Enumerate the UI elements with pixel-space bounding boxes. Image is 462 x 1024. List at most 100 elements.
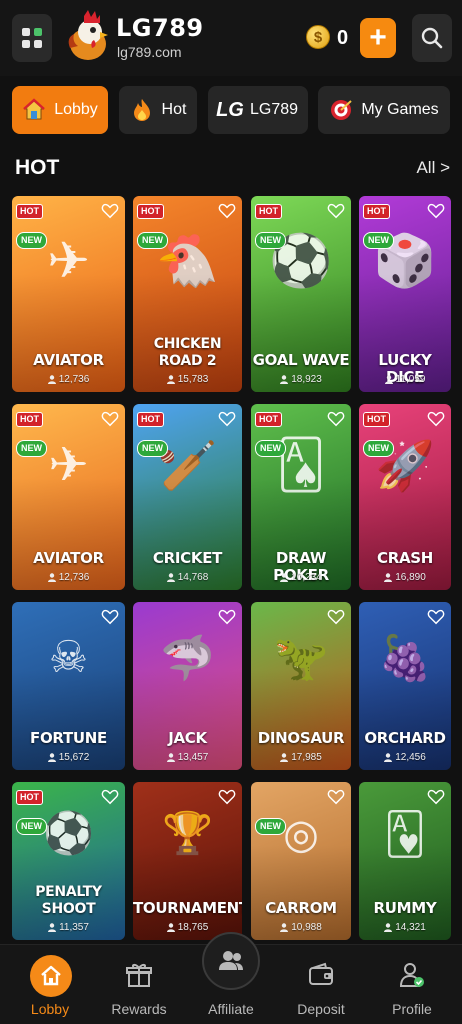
heart-icon[interactable] bbox=[218, 788, 236, 806]
player-count-value: 15,672 bbox=[58, 752, 90, 763]
user-icon bbox=[384, 375, 393, 384]
user-icon bbox=[384, 923, 393, 932]
user-icon bbox=[47, 573, 56, 582]
player-count: 12,736 bbox=[12, 572, 125, 583]
game-card[interactable]: ✈ HOT NEW AVIATOR 12,736 bbox=[12, 196, 125, 392]
top-header: LG789 lg789.com $ 0 + bbox=[0, 0, 462, 76]
heart-icon[interactable] bbox=[218, 410, 236, 428]
heart-icon[interactable] bbox=[101, 202, 119, 220]
nav-label: Profile bbox=[392, 1001, 432, 1017]
player-count: 17,985 bbox=[251, 752, 351, 763]
house-icon bbox=[22, 98, 46, 122]
search-button[interactable] bbox=[412, 14, 452, 62]
player-count-value: 12,736 bbox=[58, 572, 90, 583]
see-all-link[interactable]: All > bbox=[416, 158, 450, 178]
heart-icon[interactable] bbox=[101, 788, 119, 806]
user-icon bbox=[280, 923, 289, 932]
game-card[interactable]: ⚽ HOT NEW GOAL WAVE 18,923 bbox=[251, 196, 351, 392]
hot-badge: HOT bbox=[363, 412, 390, 427]
user-icon bbox=[280, 375, 289, 384]
game-card[interactable]: 🂡 HOT NEW DRAW POKER 10,234 bbox=[251, 404, 351, 590]
game-card[interactable]: 🍇 ORCHARD 12,456 bbox=[359, 602, 451, 770]
game-title: AVIATOR bbox=[33, 351, 104, 369]
hot-badge: HOT bbox=[137, 204, 164, 219]
game-card[interactable]: ☠ FORTUNE 15,672 bbox=[12, 602, 125, 770]
game-card[interactable]: 🦖 DINOSAUR 17,985 bbox=[251, 602, 351, 770]
game-card[interactable]: ◎ NEW CARROM 10,988 bbox=[251, 782, 351, 940]
menu-button[interactable] bbox=[12, 14, 52, 62]
new-badge: NEW bbox=[363, 232, 394, 249]
game-card[interactable]: 🦈 JACK 13,457 bbox=[133, 602, 242, 770]
hot-badge: HOT bbox=[16, 412, 43, 427]
new-badge: NEW bbox=[255, 232, 286, 249]
game-title: CHICKEN ROAD 2 bbox=[153, 336, 222, 369]
heart-icon[interactable] bbox=[327, 410, 345, 428]
users-icon[interactable] bbox=[202, 932, 260, 990]
game-title: FORTUNE bbox=[30, 729, 107, 747]
user-icon bbox=[166, 375, 175, 384]
player-count-value: 13,457 bbox=[177, 752, 209, 763]
user-icon bbox=[47, 375, 56, 384]
player-count-value: 10,988 bbox=[291, 922, 322, 933]
game-card[interactable]: ⚽ HOT NEW PENALTY SHOOT 11,357 bbox=[12, 782, 125, 940]
nav-profile[interactable]: Profile bbox=[366, 945, 458, 1024]
game-title: RUMMY bbox=[373, 899, 437, 917]
player-count-value: 16,890 bbox=[395, 572, 426, 583]
player-count: 14,321 bbox=[359, 922, 451, 933]
tab-my-games[interactable]: My Games bbox=[318, 86, 450, 134]
new-badge: NEW bbox=[137, 440, 168, 457]
nav-deposit[interactable]: Deposit bbox=[275, 945, 367, 1024]
new-badge: NEW bbox=[255, 818, 286, 835]
hot-badge: HOT bbox=[16, 204, 43, 219]
deposit-add-button[interactable]: + bbox=[360, 18, 396, 58]
game-title: JACK bbox=[168, 729, 207, 747]
tab-lg789[interactable]: LG LG789 bbox=[208, 86, 308, 134]
game-card[interactable]: 🂱 RUMMY 14,321 bbox=[359, 782, 451, 940]
heart-icon[interactable] bbox=[218, 202, 236, 220]
heart-icon[interactable] bbox=[327, 788, 345, 806]
user-icon bbox=[280, 753, 289, 762]
game-title: CRICKET bbox=[152, 549, 223, 567]
game-card[interactable]: 🏆 TOURNAMENT 18,765 bbox=[133, 782, 242, 940]
heart-icon[interactable] bbox=[427, 410, 445, 428]
new-badge: NEW bbox=[137, 232, 168, 249]
game-card[interactable]: 🏏 HOT NEW CRICKET 14,768 bbox=[133, 404, 242, 590]
game-card[interactable]: 🎲 HOT NEW LUCKY DICE 11,059 bbox=[359, 196, 451, 392]
heart-icon[interactable] bbox=[427, 788, 445, 806]
heart-icon[interactable] bbox=[427, 202, 445, 220]
house-icon bbox=[30, 955, 72, 997]
heart-icon[interactable] bbox=[218, 608, 236, 626]
player-count: 11,357 bbox=[12, 922, 125, 933]
game-card[interactable]: 🚀 HOT NEW CRASH 16,890 bbox=[359, 404, 451, 590]
new-badge: NEW bbox=[16, 232, 47, 249]
nav-rewards[interactable]: Rewards bbox=[93, 945, 185, 1024]
player-count-value: 15,783 bbox=[177, 374, 209, 385]
section-title: HOT bbox=[15, 156, 60, 179]
user-icon bbox=[280, 573, 289, 582]
player-count-value: 12,736 bbox=[58, 374, 90, 385]
tab-label: Hot bbox=[161, 101, 187, 118]
heart-icon[interactable] bbox=[101, 410, 119, 428]
user-icon bbox=[384, 753, 393, 762]
heart-icon[interactable] bbox=[101, 608, 119, 626]
heart-icon[interactable] bbox=[327, 202, 345, 220]
tab-lobby[interactable]: Lobby bbox=[12, 86, 108, 134]
heart-icon[interactable] bbox=[327, 608, 345, 626]
nav-lobby[interactable]: Lobby bbox=[4, 945, 96, 1024]
player-count-value: 18,765 bbox=[177, 922, 209, 933]
player-count-value: 10,234 bbox=[291, 572, 322, 583]
game-card[interactable]: ✈ HOT NEW AVIATOR 12,736 bbox=[12, 404, 125, 590]
new-badge: NEW bbox=[363, 440, 394, 457]
player-count: 16,890 bbox=[359, 572, 451, 583]
user-icon bbox=[166, 923, 175, 932]
tab-label: My Games bbox=[361, 101, 439, 118]
player-count: 10,988 bbox=[251, 922, 351, 933]
gift-icon bbox=[126, 964, 152, 987]
heart-icon[interactable] bbox=[427, 608, 445, 626]
hot-badge: HOT bbox=[16, 790, 43, 805]
tab-label: Lobby bbox=[54, 101, 98, 118]
player-count: 18,923 bbox=[251, 374, 351, 385]
tab-hot[interactable]: Hot bbox=[119, 86, 197, 134]
game-card[interactable]: 🐔 HOT NEW CHICKEN ROAD 2 15,783 bbox=[133, 196, 242, 392]
player-count: 12,456 bbox=[359, 752, 451, 763]
